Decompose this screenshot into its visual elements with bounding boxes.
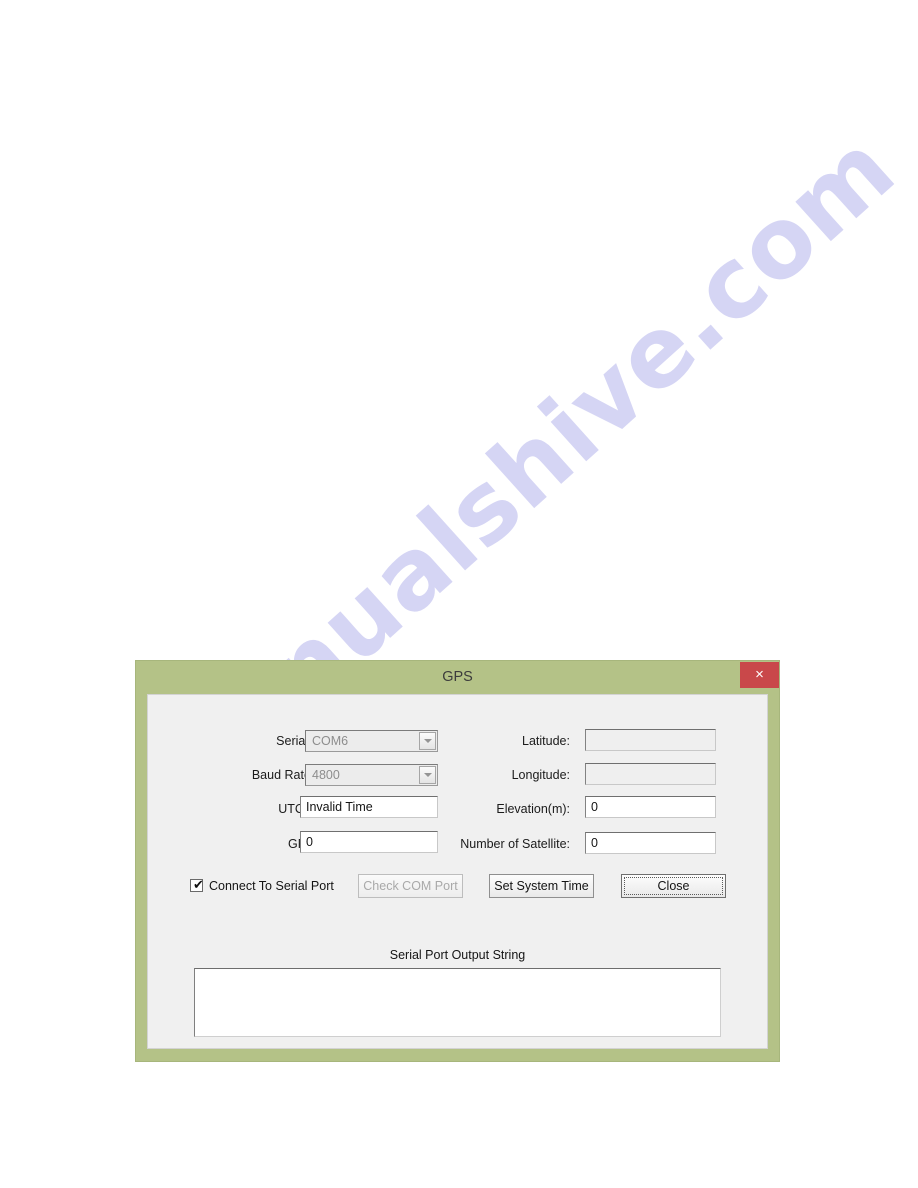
close-button[interactable]: Close — [621, 874, 726, 898]
gps-fix-input[interactable]: 0 — [300, 831, 438, 853]
baud-rate-value: 4800 — [312, 768, 340, 782]
serial-port-output-caption: Serial Port Output String — [389, 948, 526, 962]
number-of-satellite-label: Number of Satellite: — [460, 837, 570, 851]
connect-to-serial-port-label: Connect To Serial Port — [209, 879, 334, 893]
elevation-input[interactable]: 0 — [585, 796, 716, 818]
number-of-satellite-input[interactable]: 0 — [585, 832, 716, 854]
check-com-port-label: Check COM Port — [363, 879, 458, 893]
gps-fix-value: 0 — [306, 835, 313, 849]
chevron-down-icon[interactable] — [419, 732, 436, 750]
dialog-client-panel: Serial Port: COM6 Baud Rate(Hz): 4800 UT… — [147, 694, 768, 1049]
field-row-longitude: Longitude: — [448, 764, 570, 786]
field-row-elevation: Elevation(m): — [448, 798, 570, 820]
serial-port-combobox[interactable]: COM6 — [305, 730, 438, 752]
gps-dialog-window: GPS × Serial Port: COM6 Baud Rate(Hz): 4… — [136, 661, 779, 1061]
chevron-down-icon[interactable] — [419, 766, 436, 784]
utc-time-value: Invalid Time — [306, 800, 373, 814]
checkbox-box[interactable]: ✔ — [190, 878, 204, 893]
serial-port-value: COM6 — [312, 734, 349, 748]
close-window-icon[interactable]: × — [740, 662, 779, 688]
baud-rate-combobox[interactable]: 4800 — [305, 764, 438, 786]
set-system-time-button[interactable]: Set System Time — [489, 874, 594, 898]
close-button-label: Close — [657, 879, 690, 893]
elevation-label: Elevation(m): — [496, 802, 570, 816]
dialog-title: GPS — [442, 669, 473, 685]
dialog-titlebar[interactable]: GPS × — [136, 661, 779, 694]
serial-port-output-content — [195, 969, 720, 975]
elevation-value: 0 — [591, 800, 598, 814]
field-row-number-of-satellite: Number of Satellite: — [428, 833, 570, 855]
field-row-latitude: Latitude: — [448, 730, 570, 752]
serial-port-output-textarea[interactable] — [194, 968, 721, 1037]
latitude-input[interactable] — [585, 729, 716, 751]
latitude-label: Latitude: — [522, 734, 570, 748]
longitude-input[interactable] — [585, 763, 716, 785]
check-icon: ✔ — [193, 878, 204, 893]
set-system-time-label: Set System Time — [494, 879, 589, 893]
number-of-satellite-value: 0 — [591, 836, 598, 850]
check-com-port-button[interactable]: Check COM Port — [358, 874, 463, 898]
utc-time-input[interactable]: Invalid Time — [300, 796, 438, 818]
longitude-label: Longitude: — [511, 768, 570, 782]
